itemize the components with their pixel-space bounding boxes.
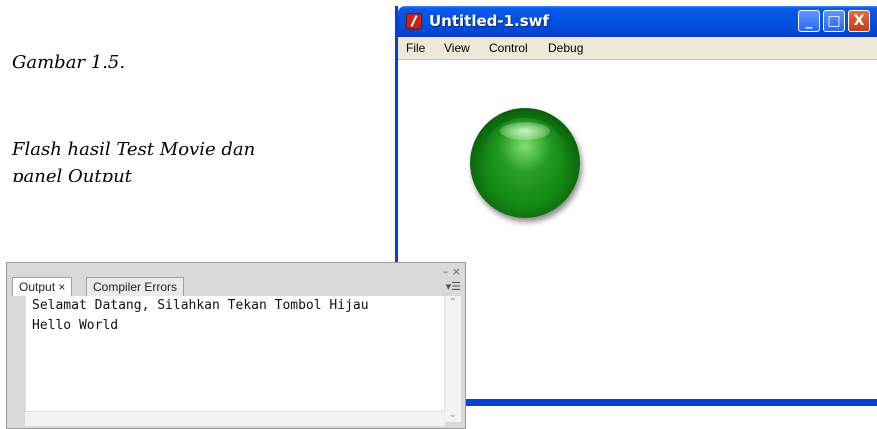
caption-clip xyxy=(0,182,330,202)
scroll-up-icon[interactable]: ⌃ xyxy=(445,296,461,310)
window-titlebar[interactable]: Untitled-1.swf _ □ X xyxy=(398,6,877,37)
panel-tabs: Output × Compiler Errors xyxy=(10,277,462,297)
menu-view[interactable]: View xyxy=(444,41,470,55)
window-title: Untitled-1.swf xyxy=(429,12,550,30)
minimize-button[interactable]: _ xyxy=(798,10,820,32)
flash-player-window: Untitled-1.swf _ □ X File View Control D… xyxy=(395,6,877,406)
caption-line-2: Flash hasil Test Movie dan xyxy=(12,139,256,160)
menu-bar: File View Control Debug xyxy=(398,37,877,60)
tab-compiler-errors[interactable]: Compiler Errors xyxy=(86,277,185,296)
window-bottom-border xyxy=(398,399,877,403)
caption-title: Gambar 1.5. xyxy=(12,52,126,73)
vertical-scrollbar[interactable]: ⌃ ⌄ xyxy=(444,296,461,422)
maximize-button[interactable]: □ xyxy=(823,10,845,32)
output-text-area[interactable]: Selamat Datang, Silahkan Tekan Tombol Hi… xyxy=(25,296,446,422)
close-button[interactable]: X xyxy=(848,10,870,32)
green-button[interactable] xyxy=(470,108,580,218)
output-panel: – × Output × Compiler Errors ▾☰ Selamat … xyxy=(6,262,466,429)
flash-stage xyxy=(398,60,877,403)
menu-control[interactable]: Control xyxy=(489,41,528,55)
tab-output[interactable]: Output × xyxy=(12,277,73,296)
output-line: Hello World xyxy=(32,318,119,333)
flash-app-icon xyxy=(406,13,422,29)
menu-file[interactable]: File xyxy=(406,41,425,55)
horizontal-scrollbar[interactable] xyxy=(25,411,445,426)
scroll-down-icon[interactable]: ⌄ xyxy=(445,408,461,422)
menu-debug[interactable]: Debug xyxy=(548,41,583,55)
output-line: Selamat Datang, Silahkan Tekan Tombol Hi… xyxy=(32,298,369,313)
panel-menu-icon[interactable]: ▾☰ xyxy=(446,280,461,293)
